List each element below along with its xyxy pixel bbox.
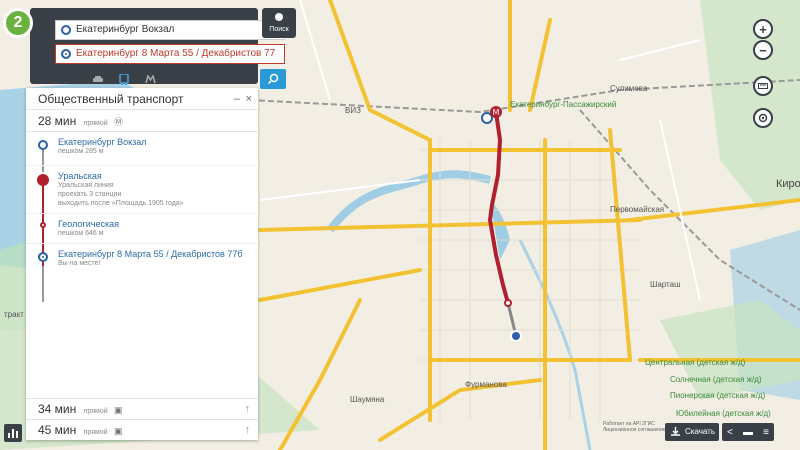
download-icon (671, 427, 680, 436)
step-exit[interactable]: Геологическая пешком 646 м (26, 214, 258, 244)
map-label: Екатеринбург-Пассажирский (510, 100, 617, 109)
metro-icon (37, 174, 49, 186)
search-button[interactable] (260, 69, 286, 89)
map-label: Киро (776, 178, 800, 190)
map-label: Центральная (детская ж/д) (645, 358, 746, 367)
share-toolbar: < ▬ ≡ (722, 423, 774, 441)
download-button[interactable]: Скачать (665, 423, 719, 441)
attribution: Работает на API 2ГИС Лицензионное соглаш… (603, 421, 666, 433)
poisk-button[interactable]: Поиск (262, 8, 296, 38)
route-kind: прямой (83, 408, 108, 415)
route-option-active[interactable]: 28 мин прямой Ⓜ (26, 110, 258, 132)
map-label: ВИЗ (345, 106, 361, 115)
start-point-icon (61, 25, 71, 35)
map-label: Юбилейная (детская ж/д) (676, 409, 771, 418)
route-kind: прямой (83, 120, 108, 127)
map-label: Фурманова (465, 380, 507, 389)
exit-point-icon (40, 222, 46, 228)
route-option[interactable]: 34 мин прямой ▣ ↑ (26, 398, 258, 419)
map-label: тракт (4, 310, 24, 319)
ruler-icon[interactable] (753, 76, 773, 96)
expand-arrow-icon[interactable]: ↑ (245, 420, 251, 441)
geolocation-icon[interactable] (753, 108, 773, 128)
route-from-input[interactable]: Екатеринбург Вокзал × (55, 20, 285, 40)
bar-chart-icon (8, 429, 18, 438)
step-finish[interactable]: Екатеринбург 8 Марта 55 / Декабристов 77… (26, 244, 258, 274)
route-option[interactable]: 45 мин прямой ▣ ↑ (26, 419, 258, 440)
route-to-input[interactable]: Екатеринбург 8 Марта 55 / Декабристов 77 (55, 44, 285, 64)
step-metro[interactable]: Уральская Уральская линия проехать 3 ста… (26, 166, 258, 214)
close-button[interactable]: × (246, 88, 252, 110)
end-point-icon (61, 49, 71, 59)
zoom-in-button[interactable]: + (753, 19, 773, 39)
zoom-out-button[interactable]: − (753, 40, 773, 60)
bus-icon[interactable] (114, 71, 134, 87)
stats-button[interactable] (4, 424, 22, 442)
bus-icon: ▣ (113, 405, 123, 415)
metro-icon: Ⓜ (113, 117, 123, 127)
route-duration: 28 мин (38, 114, 77, 128)
transport-modes (88, 71, 160, 87)
start-point-icon (38, 140, 48, 150)
step-start[interactable]: Екатеринбург Вокзал пешком 285 м (26, 132, 258, 166)
map-label: Шарташ (650, 280, 681, 289)
comment-icon[interactable]: ▬ (743, 427, 753, 438)
map-label: Шаумяна (350, 395, 385, 404)
car-icon[interactable] (88, 71, 108, 87)
share-icon[interactable]: < (727, 427, 733, 438)
svg-text:M: M (493, 108, 500, 117)
map-label: Сулимова (610, 84, 648, 93)
end-point-icon (38, 252, 48, 262)
logo-2gis[interactable]: 2 (3, 8, 33, 38)
route-steps: Екатеринбург Вокзал пешком 285 м Уральск… (26, 132, 258, 302)
expand-arrow-icon[interactable]: ↑ (245, 399, 251, 420)
panel-header: Общественный транспорт – × (26, 88, 258, 110)
route-duration: 45 мин (38, 423, 77, 437)
map-label: Пионерская (детская ж/д) (670, 391, 766, 400)
search-icon (267, 73, 279, 85)
route-search-box: Екатеринбург Вокзал × Екатеринбург 8 Мар… (30, 8, 286, 89)
map-label: Солнечная (детская ж/д) (670, 375, 762, 384)
bus-icon: ▣ (113, 426, 123, 436)
minimize-button[interactable]: – (234, 88, 240, 110)
alternative-routes: 34 мин прямой ▣ ↑ 45 мин прямой ▣ ↑ (26, 398, 258, 440)
panel-title: Общественный транспорт (38, 92, 184, 106)
route-duration: 34 мин (38, 402, 77, 416)
public-transport-panel: Общественный транспорт – × 28 мин прямой… (26, 88, 258, 440)
route-kind: прямой (83, 429, 108, 436)
menu-icon[interactable]: ≡ (763, 427, 769, 438)
metro-icon[interactable] (140, 71, 160, 87)
pin-icon (275, 13, 283, 21)
map-label: Первомайская (610, 205, 665, 214)
